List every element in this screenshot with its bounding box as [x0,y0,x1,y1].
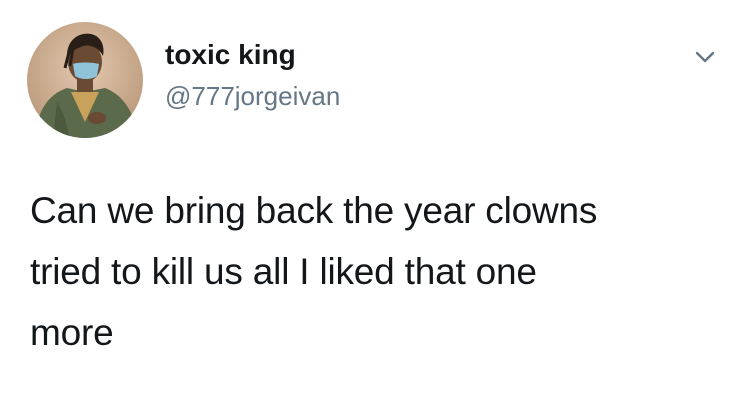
user-handle[interactable]: @777jorgeivan [165,80,340,112]
display-name[interactable]: toxic king [165,38,296,72]
avatar[interactable] [27,22,143,138]
profile-photo-icon [27,22,143,138]
chevron-down-icon[interactable] [690,42,720,72]
tweet-card: toxic king @777jorgeivan Can we bring ba… [0,0,750,420]
tweet-text: Can we bring back the year clowns tried … [30,190,598,353]
